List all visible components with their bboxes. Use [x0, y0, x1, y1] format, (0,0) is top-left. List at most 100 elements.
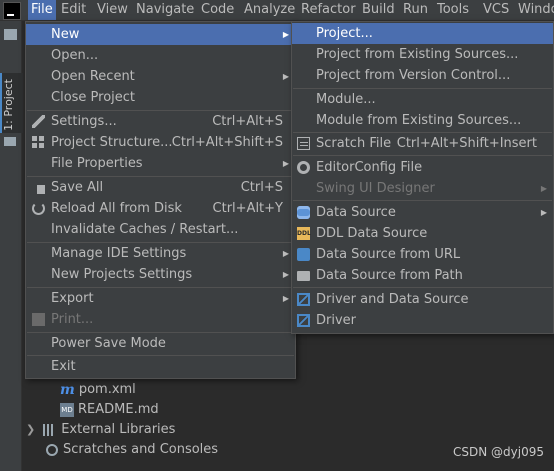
menu-item-project-structure[interactable]: Project Structure... Ctrl+Alt+Shift+S	[26, 132, 295, 153]
menu-item-file-properties[interactable]: File Properties ▶	[26, 153, 295, 174]
menu-analyze[interactable]: Analyze	[241, 0, 298, 20]
menu-item-close-project[interactable]: Close Project	[26, 87, 295, 108]
menu-item-manage-ide-settings[interactable]: Manage IDE Settings ▶	[26, 243, 295, 264]
menu-item-open-recent[interactable]: Open Recent ▶	[26, 66, 295, 87]
menu-item-module[interactable]: Module...	[292, 89, 553, 110]
menu-item-editorconfig[interactable]: EditorConfig File	[292, 157, 553, 178]
submenu-arrow-icon: ▶	[282, 30, 289, 39]
menu-item-module-from-existing[interactable]: Module from Existing Sources...	[292, 110, 553, 131]
project-structure-icon	[32, 136, 45, 149]
menu-separator	[293, 287, 552, 288]
menu-item-open[interactable]: Open...	[26, 45, 295, 66]
menu-item-label: File Properties	[51, 156, 143, 171]
menu-code[interactable]: Code	[198, 0, 237, 20]
submenu-arrow-icon: ▶	[282, 249, 289, 258]
menu-item-label: Manage IDE Settings	[51, 246, 187, 261]
menu-item-invalidate-caches[interactable]: Invalidate Caches / Restart...	[26, 219, 295, 240]
menu-item-shortcut: Ctrl+Alt+Shift+Insert	[396, 136, 537, 151]
menu-item-label: Project from Existing Sources...	[316, 47, 519, 62]
menu-navigate[interactable]: Navigate	[133, 0, 197, 20]
menu-item-label: Driver and Data Source	[316, 292, 469, 307]
menu-item-new-project[interactable]: Project...	[292, 23, 553, 44]
menu-item-data-source[interactable]: Data Source ▶	[292, 202, 553, 223]
menu-item-project-from-vcs[interactable]: Project from Version Control...	[292, 65, 553, 86]
menu-tools[interactable]: Tools	[434, 0, 472, 20]
menu-item-label: Project Structure...	[51, 135, 173, 150]
tree-item-label: README.md	[78, 402, 159, 417]
menu-run[interactable]: Run	[400, 0, 431, 20]
menu-item-reload[interactable]: Reload All from Disk Ctrl+Alt+Y	[26, 198, 295, 219]
wrench-icon	[32, 115, 45, 128]
menu-item-new[interactable]: New ▶	[26, 24, 295, 45]
menu-item-label: DDL Data Source	[316, 226, 428, 241]
menu-item-label: Export	[51, 291, 94, 306]
menu-item-label: Save All	[51, 180, 104, 195]
menu-view[interactable]: View	[94, 0, 131, 20]
tree-item-readme[interactable]: MD README.md	[60, 400, 159, 420]
menu-item-shortcut: Ctrl+Alt+Shift+S	[171, 135, 283, 150]
menu-item-driver[interactable]: Driver	[292, 310, 553, 331]
tree-item-scratches[interactable]: Scratches and Consoles	[46, 440, 218, 460]
ddl-icon: DDL	[297, 227, 311, 240]
menu-vcs[interactable]: VCS	[480, 0, 512, 20]
menu-item-scratch-file[interactable]: Scratch File Ctrl+Alt+Shift+Insert	[292, 133, 553, 154]
menu-item-power-save-mode[interactable]: Power Save Mode	[26, 333, 295, 354]
menu-item-swing-ui-designer: Swing UI Designer ▶	[292, 178, 553, 199]
tree-item-label: pom.xml	[78, 382, 136, 397]
menu-build[interactable]: Build	[359, 0, 398, 20]
submenu-arrow-icon: ▶	[540, 184, 547, 193]
menu-item-new-projects-settings[interactable]: New Projects Settings ▶	[26, 264, 295, 285]
menu-item-label: EditorConfig File	[316, 160, 423, 175]
menu-item-ddl-data-source[interactable]: DDL DDL Data Source	[292, 223, 553, 244]
chevron-right-icon[interactable]: ❯	[26, 423, 35, 436]
tab-project-label: 1: Project	[2, 79, 15, 131]
file-menu: New ▶ Open... Open Recent ▶ Close Projec…	[25, 21, 296, 379]
menu-item-data-source-path[interactable]: Data Source from Path	[292, 265, 553, 286]
tree-item-pom[interactable]: m pom.xml	[60, 380, 136, 400]
menu-separator	[293, 200, 552, 201]
tree-item-external-libraries[interactable]: ❯ External Libraries	[26, 420, 175, 440]
menu-item-label: Print...	[51, 312, 94, 327]
menu-item-shortcut: Ctrl+Alt+S	[212, 114, 283, 129]
menu-item-label: Power Save Mode	[51, 336, 166, 351]
menu-item-label: Invalidate Caches / Restart...	[51, 222, 239, 237]
markdown-icon: MD	[60, 403, 74, 417]
save-icon	[32, 181, 45, 194]
url-icon	[297, 248, 310, 261]
submenu-arrow-icon: ▶	[540, 208, 547, 217]
structure-icon[interactable]	[4, 29, 17, 40]
menu-item-settings[interactable]: Settings... Ctrl+Alt+S	[26, 111, 295, 132]
menu-item-label: Project...	[316, 26, 373, 41]
tree-item-label: Scratches and Consoles	[63, 442, 219, 457]
menu-item-label: Module...	[316, 92, 376, 107]
menu-item-shortcut: Ctrl+Alt+Y	[212, 201, 283, 216]
database-icon	[297, 206, 310, 219]
submenu-arrow-icon: ▶	[282, 294, 289, 303]
menu-item-label: Data Source from Path	[316, 268, 463, 283]
menu-item-save-all[interactable]: Save All Ctrl+S	[26, 177, 295, 198]
menu-separator	[293, 155, 552, 156]
menu-refactor[interactable]: Refactor	[298, 0, 359, 20]
menu-item-driver-and-data-source[interactable]: Driver and Data Source	[292, 289, 553, 310]
menu-item-data-source-url[interactable]: Data Source from URL	[292, 244, 553, 265]
menu-item-label: Exit	[51, 359, 76, 374]
menu-edit[interactable]: Edit	[58, 0, 89, 20]
menu-item-label: Reload All from Disk	[51, 201, 182, 216]
tool-window-strip: 1: Project	[0, 21, 23, 471]
menu-item-project-from-existing[interactable]: Project from Existing Sources...	[292, 44, 553, 65]
menu-item-export[interactable]: Export ▶	[26, 288, 295, 309]
driver-icon	[297, 293, 310, 306]
menu-item-shortcut: Ctrl+S	[240, 180, 283, 195]
menu-item-label: Scratch File	[316, 136, 392, 151]
menu-bar: File Edit View Navigate Code Analyze Ref…	[0, 0, 554, 21]
menu-item-exit[interactable]: Exit	[26, 356, 295, 377]
menu-window[interactable]: Windo	[515, 0, 554, 20]
menu-file[interactable]: File	[28, 0, 56, 20]
menu-item-label: Data Source from URL	[316, 247, 461, 262]
new-submenu: Project... Project from Existing Sources…	[291, 21, 554, 334]
menu-item-label: Swing UI Designer	[316, 181, 435, 196]
menu-item-label: Open Recent	[51, 69, 135, 84]
menu-item-label: New	[51, 27, 80, 42]
print-icon	[32, 313, 45, 326]
menu-item-label: Settings...	[51, 114, 117, 129]
